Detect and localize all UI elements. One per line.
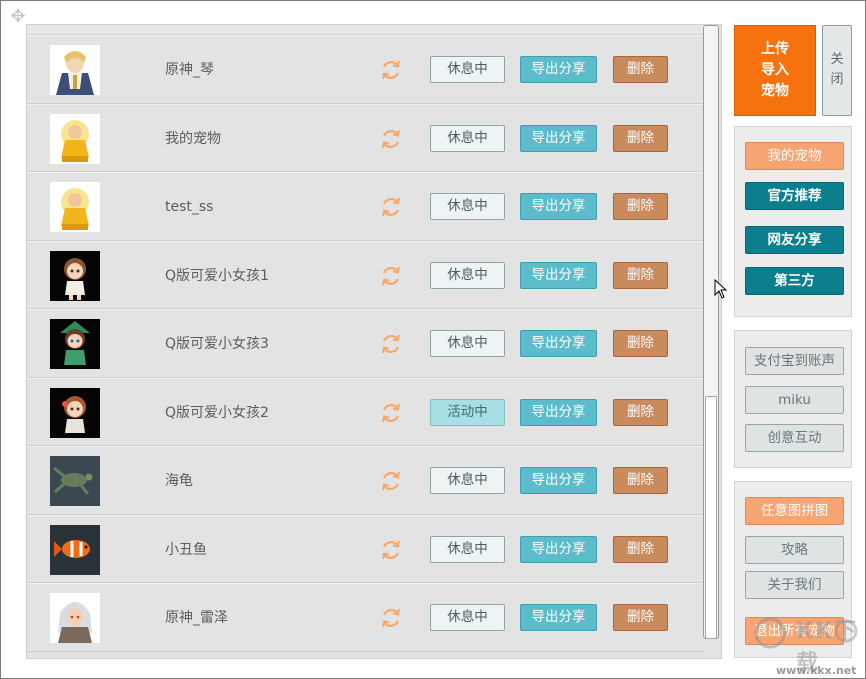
move-icon[interactable]: ✥	[9, 8, 27, 26]
pet-rows: 原神_琴 休息中 导出分享 删除 我的宠物 休息中 导出分享 删除 test_ss 休息中 导出分享…	[27, 35, 704, 652]
community-share-button[interactable]: 网友分享	[745, 226, 844, 254]
pet-name: 我的宠物	[165, 130, 221, 147]
delete-button[interactable]: 删除	[613, 535, 668, 563]
pet-name: 海龟	[165, 473, 193, 489]
delete-button[interactable]: 删除	[613, 604, 668, 631]
guide-button[interactable]: 攻略	[745, 536, 844, 564]
pet-status-button[interactable]: 休息中	[430, 193, 505, 220]
close-label-line2: 闭	[830, 72, 844, 87]
pet-thumbnail	[50, 45, 100, 95]
export-share-button[interactable]: 导出分享	[520, 467, 597, 494]
delete-button[interactable]: 删除	[613, 261, 668, 289]
nav-group: 我的宠物 官方推荐 网友分享 第三方	[734, 126, 852, 317]
delete-button[interactable]: 删除	[613, 124, 668, 152]
pet-status-button[interactable]: 休息中	[430, 604, 505, 631]
pet-name: Q版可爱小女孩3	[165, 336, 269, 352]
pet-row: 原神_雷泽 休息中 导出分享 删除	[27, 583, 704, 652]
official-recommend-button[interactable]: 官方推荐	[745, 182, 844, 210]
pet-thumbnail	[50, 593, 100, 643]
pet-row: Q版可爱小女孩2 活动中 导出分享 删除	[27, 377, 704, 446]
export-share-button[interactable]: 导出分享	[520, 261, 597, 289]
about-us-button[interactable]: 关于我们	[745, 571, 844, 599]
pet-row: 小丑鱼 休息中 导出分享 删除	[27, 514, 704, 583]
watermark-url: www.kkx.net	[776, 664, 857, 677]
pet-thumbnail	[50, 387, 100, 438]
pet-row: Q版可爱小女孩3 休息中 导出分享 删除	[27, 309, 704, 378]
third-party-button[interactable]: 第三方	[745, 267, 844, 295]
alipay-sound-button[interactable]: 支付宝到账声	[745, 347, 844, 375]
pet-status-button[interactable]: 休息中	[430, 261, 505, 289]
delete-button[interactable]: 删除	[613, 193, 668, 220]
pet-thumbnail	[50, 250, 100, 301]
pet-name: 原神_琴	[165, 62, 214, 78]
pet-name: Q版可爱小女孩1	[165, 267, 269, 284]
pet-list: 原神_琴 休息中 导出分享 删除 我的宠物 休息中 导出分享 删除 test_ss 休息中 导出分享…	[26, 24, 722, 659]
export-share-button[interactable]: 导出分享	[520, 398, 597, 426]
refresh-icon[interactable]	[379, 538, 403, 562]
export-share-button[interactable]: 导出分享	[520, 330, 597, 357]
export-share-button[interactable]: 导出分享	[520, 535, 597, 563]
scrollbar-thumb[interactable]	[705, 396, 717, 639]
export-share-button[interactable]: 导出分享	[520, 193, 597, 220]
export-share-button[interactable]: 导出分享	[520, 56, 597, 83]
pet-row: test_ss 休息中 导出分享 删除	[27, 172, 704, 241]
refresh-icon[interactable]	[379, 58, 403, 82]
delete-button[interactable]: 删除	[613, 330, 668, 357]
my-pets-button[interactable]: 我的宠物	[745, 142, 844, 170]
app-window: ✥ 原神_琴 休息中 导出分享 删除 我的宠物 休息中 导出分享 删除 test_ss 休息中 导出…	[0, 0, 866, 679]
list-top-strip	[27, 25, 703, 35]
pet-thumbnail	[50, 113, 100, 164]
delete-button[interactable]: 删除	[613, 398, 668, 426]
refresh-icon[interactable]	[379, 401, 403, 425]
upload-import-pet-button[interactable]: 上传 导入 宠物	[734, 25, 816, 116]
pet-status-button[interactable]: 休息中	[430, 467, 505, 494]
close-button[interactable]: 关 闭	[822, 25, 852, 116]
export-share-button[interactable]: 导出分享	[520, 604, 597, 631]
pet-thumbnail	[50, 456, 100, 506]
refresh-icon[interactable]	[379, 127, 403, 151]
pet-row: 原神_琴 休息中 导出分享 删除	[27, 35, 704, 104]
upload-label-line3: 宠物	[761, 83, 789, 99]
pet-name: test_ss	[165, 199, 214, 215]
refresh-icon[interactable]	[379, 606, 403, 630]
upload-label-line1: 上传	[761, 41, 789, 57]
refresh-icon[interactable]	[379, 195, 403, 219]
pet-thumbnail	[50, 182, 100, 232]
refresh-icon[interactable]	[379, 332, 403, 356]
refresh-icon[interactable]	[379, 469, 403, 493]
delete-button[interactable]: 删除	[613, 467, 668, 494]
pet-status-button[interactable]: 活动中	[430, 398, 505, 426]
pet-status-button[interactable]: 休息中	[430, 56, 505, 83]
creative-interaction-button[interactable]: 创意互动	[745, 424, 844, 452]
close-label-line1: 关	[830, 52, 844, 67]
pet-thumbnail	[50, 524, 100, 575]
pet-status-button[interactable]: 休息中	[430, 124, 505, 152]
cursor-icon	[714, 279, 728, 299]
extras-group: 支付宝到账声 miku 创意互动	[734, 330, 852, 468]
pet-thumbnail	[50, 319, 100, 369]
pet-status-button[interactable]: 休息中	[430, 535, 505, 563]
puzzle-button[interactable]: 任意图拼图	[745, 497, 844, 525]
pet-name: 原神_雷泽	[165, 610, 228, 626]
delete-button[interactable]: 删除	[613, 56, 668, 83]
pet-name: 小丑鱼	[165, 541, 207, 558]
pet-status-button[interactable]: 休息中	[430, 330, 505, 357]
list-scrollbar[interactable]	[703, 25, 719, 639]
pet-row: 我的宠物 休息中 导出分享 删除	[27, 103, 704, 172]
pet-name: Q版可爱小女孩2	[165, 404, 269, 421]
miku-button[interactable]: miku	[745, 386, 844, 414]
upload-label-line2: 导入	[761, 62, 789, 78]
export-share-button[interactable]: 导出分享	[520, 124, 597, 152]
refresh-icon[interactable]	[379, 264, 403, 288]
pet-row: Q版可爱小女孩1 休息中 导出分享 删除	[27, 240, 704, 309]
pet-row: 海龟 休息中 导出分享 删除	[27, 446, 704, 515]
